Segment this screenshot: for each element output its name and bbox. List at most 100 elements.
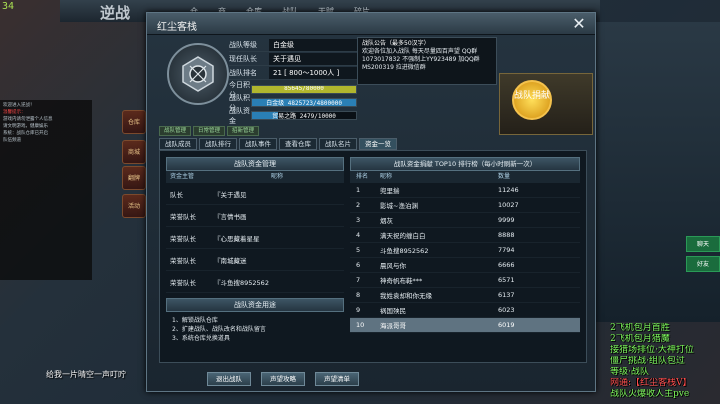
- tab-战队成员[interactable]: 战队成员: [159, 138, 197, 150]
- chat-line: 游戏内请勿泄露个人信息: [3, 117, 53, 122]
- fund-usage-list: 1、解锁战队仓库 2、扩建战队、战队改名和战队留言 3、系统仓库兑换道具: [166, 312, 344, 347]
- subtab-日常管理[interactable]: 日常管理: [193, 126, 226, 136]
- donor-name: 斗鱼搜8952562: [380, 247, 429, 255]
- progress-track: 白金级 4825723/4800000: [251, 98, 357, 107]
- ranking-columns: 排名 昵称 数量: [350, 171, 580, 183]
- rank-number: 8: [356, 291, 361, 299]
- tab-战队排行[interactable]: 战队排行: [199, 138, 237, 150]
- fund-manager-row[interactable]: 荣誉队长 『斗鱼搜8952562: [166, 271, 344, 293]
- overlay-line: 接猎场排位·大神打位: [610, 345, 694, 355]
- guild-dialog: 红尘客栈 ✕ 战队等级 白金级 现任队长 关于遇见 战队排名 21 [ 800～…: [146, 12, 596, 392]
- ranking-row[interactable]: 9 祸国殃民 6023: [350, 303, 580, 318]
- overlay-line: 战队火爆收人主pve: [610, 389, 690, 399]
- fund-manager-row[interactable]: 荣誉队长 『言情书画: [166, 205, 344, 227]
- donor-name: 神奇帆布鞋***: [380, 277, 423, 285]
- donor-name: 我姓袁却和你无缘: [380, 292, 432, 300]
- donation-amount: 9999: [498, 216, 515, 224]
- ranking-row[interactable]: 3 烟灰 9999: [350, 213, 580, 228]
- fund-manager-row[interactable]: 荣誉队长 『心思藏着星星: [166, 227, 344, 249]
- dialog-titlebar[interactable]: 红尘客栈 ✕: [147, 13, 595, 35]
- donation-amount: 6666: [498, 261, 515, 269]
- donor-name: 满天祝的缠白白: [380, 232, 426, 240]
- right-side-panel: [592, 22, 720, 322]
- chat-line: 队伍频道: [3, 138, 21, 143]
- announcement-title: 战队公告（最多50汉字）: [362, 40, 430, 47]
- progress-value: 85645/80000: [284, 85, 324, 92]
- col-rank: 排名: [356, 173, 369, 180]
- ranking-row[interactable]: 2 影城~渔泊渊 10027: [350, 198, 580, 213]
- fund-overview-content: 战队资金管理 资金主管 昵称 队长 『关于遇见 荣誉队长 『言情书画荣誉队长 『心思藏着…: [159, 150, 587, 363]
- guild-announcement[interactable]: 战队公告（最多50汉字） 欢迎各位加入战队 每天尽量四百声望 QQ群 10730…: [357, 37, 497, 85]
- right-panel-tab[interactable]: 好友: [686, 256, 720, 272]
- guild-leader-label: 现任队长: [229, 54, 257, 63]
- subtab-战队管理[interactable]: 战队管理: [159, 126, 192, 136]
- progress-label: 战队资金: [229, 106, 250, 125]
- button-退出战队[interactable]: 退出战队: [207, 372, 251, 386]
- ranking-row[interactable]: 5 斗鱼搜8952562 7794: [350, 243, 580, 258]
- fund-manager-header: 战队资金管理: [166, 157, 344, 171]
- right-panel-tab[interactable]: 聊天: [686, 236, 720, 252]
- guild-progress-bars: 今日积分 85645/80000 战队积分 白金级 4825723/4800000 战队…: [229, 81, 357, 125]
- rank-number: 7: [356, 276, 361, 284]
- guild-leader-value[interactable]: 关于遇见: [269, 52, 357, 65]
- ranking-row[interactable]: 8 我姓袁却和你无缘 6137: [350, 288, 580, 303]
- manager-role: 荣誉队长: [170, 256, 196, 265]
- col-role: 资金主管: [170, 173, 195, 180]
- donation-amount: 6571: [498, 276, 515, 284]
- progress-track: 贸易之路 2479/10000: [251, 111, 357, 120]
- donate-button[interactable]: 战队捐献: [512, 80, 552, 120]
- fund-manager-panel: 战队资金管理 资金主管 昵称 队长 『关于遇见 荣誉队长 『言情书画 荣誉队长 『心思藏着…: [166, 157, 344, 357]
- stream-caption: 给我一片晴空一声叮咛: [46, 370, 126, 379]
- close-icon[interactable]: ✕: [571, 16, 587, 32]
- guild-info: 战队等级 白金级 现任队长 关于遇见 战队排名 21 [ 800～1000人 ]: [229, 38, 357, 80]
- overlay-line: 网通:【红尘客栈V】: [610, 378, 692, 388]
- tab-查看仓库[interactable]: 查看仓库: [279, 138, 317, 150]
- fund-usage-header: 战队资金用途: [166, 298, 344, 312]
- manager-role: 荣誉队长: [170, 234, 196, 243]
- ranking-row[interactable]: 1 兜里揣 11246: [350, 183, 580, 198]
- ranking-row[interactable]: 7 神奇帆布鞋*** 6571: [350, 273, 580, 288]
- guild-rank-row: 战队排名 21 [ 800～1000人 ]: [229, 66, 357, 80]
- tab-资金一览[interactable]: 资金一览: [359, 138, 397, 150]
- chat-line: 欢迎进入逆战！: [3, 103, 35, 108]
- manager-name: 『南城藏迷: [214, 256, 247, 265]
- side-menu-button[interactable]: 商城: [122, 140, 146, 164]
- guild-level-row: 战队等级 白金级: [229, 38, 357, 52]
- tab-战队名片[interactable]: 战队名片: [319, 138, 357, 150]
- donation-ranking-panel: 战队资金捐献 TOP10 排行榜（每小时刷新一次） 排名 昵称 数量 1 兜里揣 1…: [350, 157, 580, 357]
- tab-战队事件[interactable]: 战队事件: [239, 138, 277, 150]
- donor-name: 影城~渔泊渊: [380, 202, 418, 210]
- guild-level-label: 战队等级: [229, 40, 257, 49]
- fund-usage-item: 1、解锁战队仓库: [172, 317, 218, 324]
- chat-line: 温馨提示：: [3, 110, 26, 115]
- chat-panel[interactable]: 欢迎进入逆战！ 温馨提示： 游戏内请勿泄露个人信息 请文明游戏，健康娱乐 系统：战队仓库…: [0, 100, 92, 280]
- guild-leader-row: 现任队长 关于遇见: [229, 52, 357, 66]
- donor-name: 烟灰: [380, 217, 393, 225]
- guild-rank-label: 战队排名: [229, 68, 257, 77]
- ranking-row[interactable]: 4 满天祝的缠白白 8888: [350, 228, 580, 243]
- side-menu-button[interactable]: 活动: [122, 194, 146, 218]
- col-nickname: 昵称: [380, 173, 393, 180]
- rank-number: 9: [356, 306, 361, 314]
- rank-number: 6: [356, 261, 361, 269]
- rank-number: 1: [356, 186, 361, 194]
- fund-manager-row[interactable]: 荣誉队长 『南城藏迷: [166, 249, 344, 271]
- overlay-line: 等级·战队: [610, 367, 649, 377]
- side-menu-button[interactable]: 翻牌: [122, 166, 146, 190]
- ranking-row[interactable]: 10 海派哥哥 6019: [350, 318, 580, 333]
- button-声望清单[interactable]: 声望清单: [315, 372, 359, 386]
- stream-overlay-text: 2飞机包月首胜 2飞机包月猎魔 接猎场排位·大神打位 僵尸挑战·组队包过 等级·战队 网通…: [610, 323, 720, 404]
- ranking-row[interactable]: 6 晨风与你 6666: [350, 258, 580, 273]
- fund-manager-row[interactable]: 队长 『关于遇见: [166, 183, 344, 205]
- fund-usage-item: 2、扩建战队、战队改名和战队留言: [172, 326, 266, 333]
- donation-amount: 7794: [498, 246, 515, 254]
- donor-name: 祸国殃民: [380, 307, 406, 315]
- manager-name: 『心思藏着星星: [214, 234, 260, 243]
- overlay-line: 2飞机包月猎魔: [610, 334, 670, 344]
- progress-value: 贸易之路 2479/10000: [272, 113, 336, 120]
- col-amount: 数量: [498, 173, 511, 180]
- side-menu-button[interactable]: 仓库: [122, 110, 146, 134]
- donation-amount: 6019: [498, 321, 515, 329]
- subtab-招新管理[interactable]: 招新管理: [227, 126, 260, 136]
- button-声望攻略[interactable]: 声望攻略: [261, 372, 305, 386]
